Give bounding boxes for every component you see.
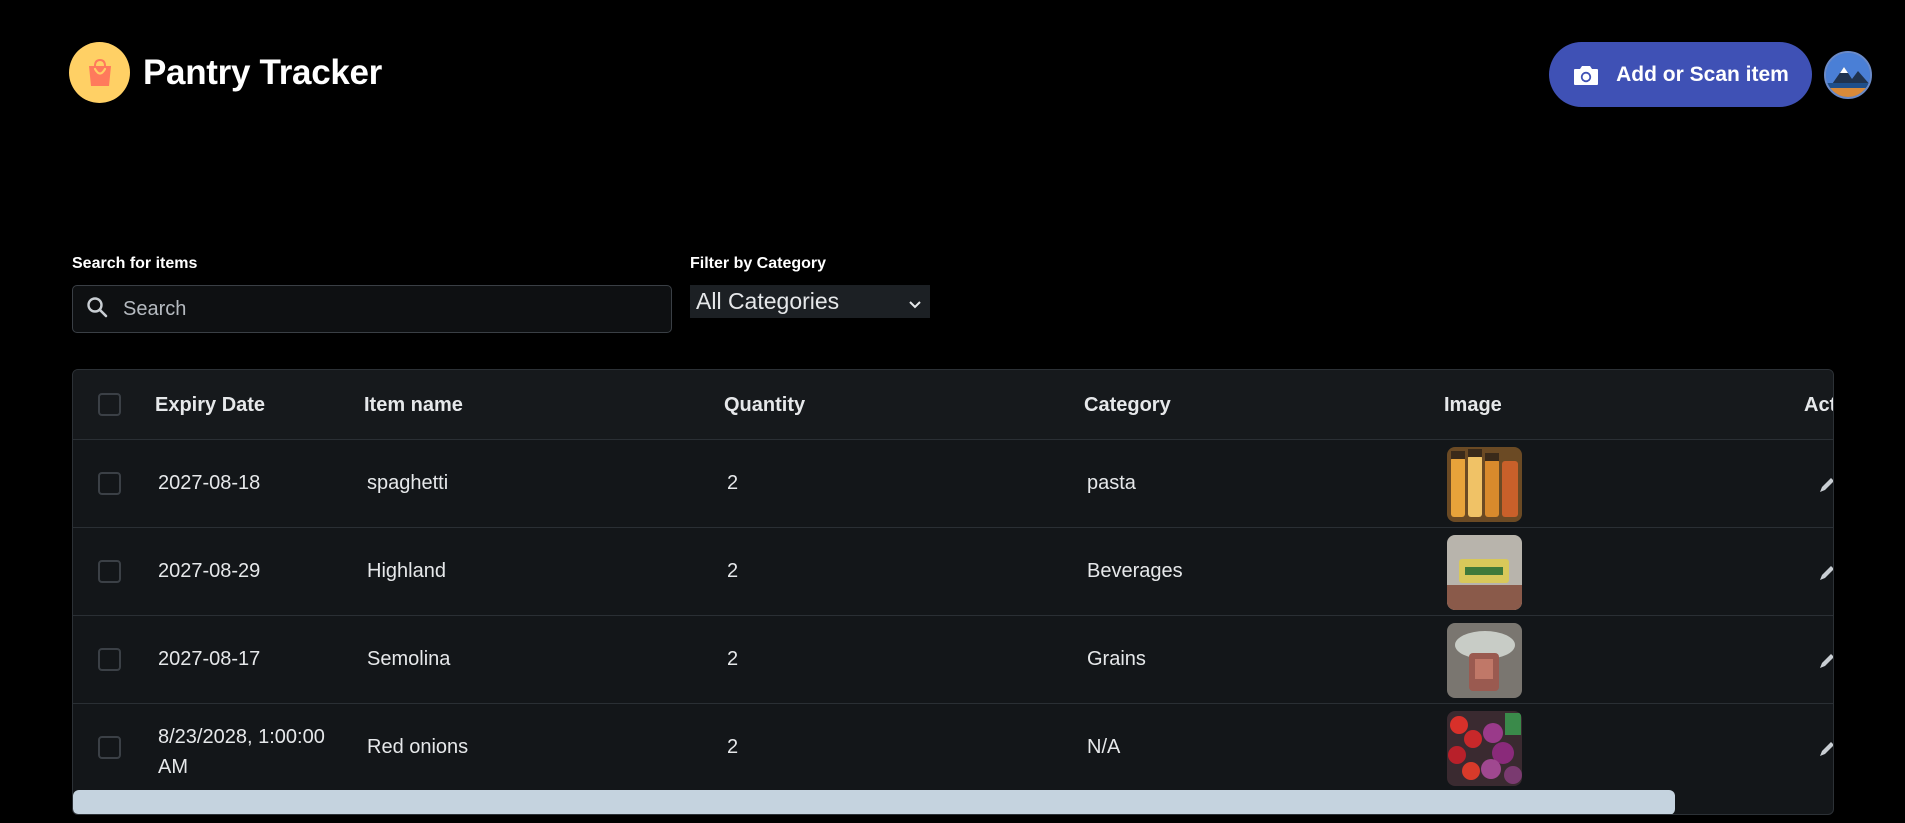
category: Grains [1087, 648, 1146, 670]
item-image[interactable] [1447, 447, 1522, 522]
quantity: 2 [727, 560, 739, 582]
expiry-date: 2027-08-17 [158, 648, 261, 670]
category: pasta [1087, 472, 1136, 494]
table-row[interactable]: 8/23/2028, 1:00:00 AM Red onions 2 N/A [73, 704, 1833, 792]
item-image[interactable] [1447, 535, 1522, 610]
add-or-scan-button[interactable]: Add or Scan item [1549, 42, 1812, 107]
column-header-item-name[interactable]: Item name [364, 394, 463, 417]
column-header-image[interactable]: Image [1444, 394, 1502, 417]
app-title: Pantry Tracker [143, 52, 383, 92]
quantity: 2 [727, 648, 739, 670]
search-input[interactable] [123, 297, 643, 321]
row-checkbox[interactable] [98, 736, 121, 759]
quantity: 2 [727, 736, 739, 758]
item-name: spaghetti [367, 472, 449, 494]
table-row[interactable]: 2027-08-29 Highland 2 Beverages [73, 528, 1833, 616]
expiry-date: 2027-08-18 [158, 472, 261, 494]
shopping-bag-icon [69, 42, 130, 103]
quantity: 2 [727, 472, 739, 494]
edit-icon[interactable] [1818, 740, 1833, 763]
category-filter-select[interactable]: All Categories [690, 285, 930, 318]
filter-label: Filter by Category [690, 255, 827, 272]
add-or-scan-label: Add or Scan item [1616, 62, 1789, 86]
category: N/A [1087, 736, 1121, 758]
row-checkbox[interactable] [98, 648, 121, 671]
table-row[interactable]: 2027-08-18 spaghetti 2 pasta [73, 440, 1833, 528]
search-icon [85, 295, 109, 324]
expiry-date: 8/23/2028, 1:00:00 AM [158, 726, 325, 778]
item-name: Highland [367, 560, 446, 582]
item-name: Semolina [367, 648, 451, 670]
category: Beverages [1087, 560, 1183, 582]
search-label: Search for items [72, 255, 198, 272]
column-header-category[interactable]: Category [1084, 394, 1171, 417]
camera-icon [1572, 63, 1600, 87]
item-name: Red onions [367, 736, 469, 758]
items-table: Expiry Date Item name Quantity Category … [72, 369, 1834, 815]
edit-icon[interactable] [1818, 476, 1833, 499]
column-header-quantity[interactable]: Quantity [724, 394, 805, 417]
app-root: Pantry Tracker Add or Scan item Search f… [0, 0, 1905, 823]
row-checkbox[interactable] [98, 560, 121, 583]
edit-icon[interactable] [1818, 564, 1833, 587]
expiry-date: 2027-08-29 [158, 560, 261, 582]
table-row[interactable]: 2027-08-17 Semolina 2 Grains [73, 616, 1833, 704]
horizontal-scrollbar[interactable] [73, 790, 1675, 814]
edit-icon[interactable] [1818, 652, 1833, 675]
column-header-expiry[interactable]: Expiry Date [155, 394, 265, 417]
search-field[interactable] [72, 285, 672, 333]
select-all-checkbox[interactable] [98, 393, 121, 416]
chevron-down-icon [906, 292, 924, 319]
category-filter-value: All Categories [696, 288, 840, 314]
column-header-actions[interactable]: Actions [1804, 394, 1833, 417]
user-avatar[interactable] [1824, 51, 1872, 99]
item-image[interactable] [1447, 711, 1522, 786]
brand: Pantry Tracker [69, 42, 382, 103]
item-image[interactable] [1447, 623, 1522, 698]
row-checkbox[interactable] [98, 472, 121, 495]
table-header: Expiry Date Item name Quantity Category … [73, 370, 1833, 440]
